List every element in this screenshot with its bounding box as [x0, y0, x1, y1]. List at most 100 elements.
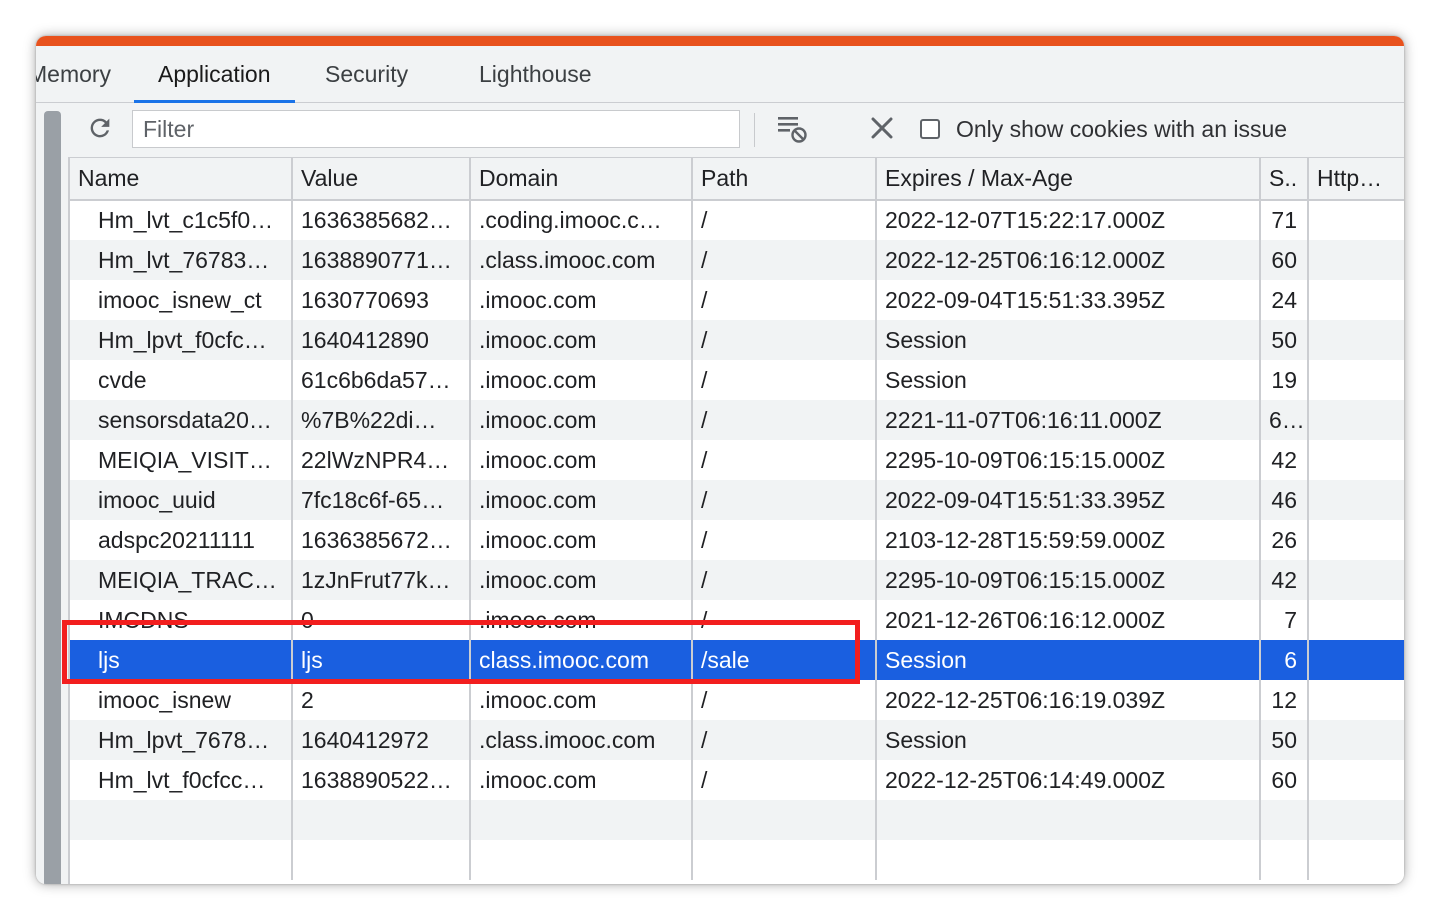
cell-expires: Session — [876, 720, 1261, 760]
cell-name: imooc_isnew — [70, 680, 293, 720]
cell-expires: 2295-10-09T06:15:15.000Z — [876, 440, 1261, 480]
cell-expires: Session — [876, 320, 1261, 360]
cell-domain: .imooc.com — [470, 280, 693, 320]
cell-domain: .imooc.com — [470, 600, 693, 640]
cell-path: / — [692, 240, 877, 280]
cell-size: 19 — [1260, 360, 1309, 400]
table-row[interactable]: MEIQIA_TRAC… 1zJnFrut77k… .imooc.com/2295-… — [70, 560, 1404, 600]
cell-size: 42 — [1260, 560, 1309, 600]
scrollbar-thumb[interactable] — [44, 111, 61, 884]
clear-filtered-cookies-button[interactable] — [774, 112, 810, 148]
cell-domain: .imooc.com — [470, 360, 693, 400]
cell-domain: .imooc.com — [470, 760, 693, 800]
tab-label: Application — [158, 61, 271, 87]
tab-security[interactable]: Security — [325, 46, 408, 102]
cell-name: Hm_lvt_c1c5f0… — [70, 200, 293, 240]
only-issues-checkbox[interactable] — [920, 119, 940, 139]
table-row[interactable]: MEIQIA_VISIT… 22lWzNPR4… .imooc.com/2295-1… — [70, 440, 1404, 480]
cell-size: 26 — [1260, 520, 1309, 560]
cell-name: sensorsdata20… — [70, 400, 293, 440]
table-row[interactable]: Hm_lpvt_7678… 1640412972 .class.imooc.com /… — [70, 720, 1404, 760]
cell-size: 46 — [1260, 480, 1309, 520]
cell-httponly — [1308, 760, 1404, 800]
cell-value: 1638890771… — [292, 240, 471, 280]
table-row[interactable]: imooc_isnew 2 .imooc.com/2022-12-25T06:16:… — [70, 680, 1404, 720]
cell-httponly — [1308, 200, 1404, 240]
cell-value: 1638890522… — [292, 760, 471, 800]
cell-httponly — [1308, 640, 1404, 680]
tab-label: Memory — [36, 61, 112, 87]
cell-name: adspc20211111 — [70, 520, 293, 560]
table-row[interactable]: IMCDNS 0 .imooc.com/2021-12-26T06:16:12.00… — [70, 600, 1404, 640]
cell-value: 1636385682… — [292, 200, 471, 240]
cell-httponly — [1308, 440, 1404, 480]
cell-path: / — [692, 480, 877, 520]
cell-expires: 2022-09-04T15:51:33.395Z — [876, 480, 1261, 520]
cell-domain: .imooc.com — [470, 320, 693, 360]
table-row[interactable]: Hm_lvt_76783… 1638890771… .class.imooc.com… — [70, 240, 1404, 280]
table-row[interactable]: imooc_isnew_ct 1630770693 .imooc.com/2022-… — [70, 280, 1404, 320]
cell-domain: .imooc.com — [470, 480, 693, 520]
cell-name: Hm_lpvt_f0cfc… — [70, 320, 293, 360]
cell-path: / — [692, 680, 877, 720]
toolbar-divider — [754, 113, 755, 147]
cell-value: 0 — [292, 600, 471, 640]
delete-all-cookies-button[interactable] — [866, 114, 898, 146]
column-header-domain[interactable]: Domain — [470, 158, 693, 201]
cell-value: 1640412890 — [292, 320, 471, 360]
cell-expires: 2221-11-07T06:16:11.000Z — [876, 400, 1261, 440]
filter-input[interactable] — [132, 110, 740, 148]
column-header-name[interactable]: Name — [70, 158, 293, 201]
table-row[interactable]: sensorsdata20… %7B%22di… .imooc.com/2221-1… — [70, 400, 1404, 440]
cell-name: ljs — [70, 640, 293, 680]
table-row[interactable]: Hm_lvt_f0cfcc… 1638890522… .imooc.com/2022… — [70, 760, 1404, 800]
cell-path: / — [692, 440, 877, 480]
cookies-table: Name Value Domain Path Expires / Max-Age… — [70, 158, 1404, 880]
cell-httponly — [1308, 720, 1404, 760]
cell-httponly — [1308, 280, 1404, 320]
column-header-size[interactable]: S.. — [1260, 158, 1309, 201]
cell-domain: .imooc.com — [470, 520, 693, 560]
window-accent-bar — [36, 36, 1404, 46]
cell-size: 24 — [1260, 280, 1309, 320]
cell-domain: .imooc.com — [470, 400, 693, 440]
cell-httponly — [1308, 560, 1404, 600]
tab-lighthouse[interactable]: Lighthouse — [479, 46, 592, 102]
column-header-value[interactable]: Value — [292, 158, 471, 201]
tab-application[interactable]: Application — [134, 46, 295, 103]
cell-name — [70, 800, 293, 840]
cell-value: 2 — [292, 680, 471, 720]
column-header-expires[interactable]: Expires / Max-Age — [876, 158, 1261, 201]
table-row-selected[interactable]: ljs ljs class.imooc.com/sale Session 6 — [70, 640, 1404, 680]
cell-expires: 2022-12-25T06:16:19.039Z — [876, 680, 1261, 720]
cell-path — [692, 800, 877, 840]
cell-expires — [876, 840, 1261, 880]
cell-path: / — [692, 320, 877, 360]
tab-memory[interactable]: Memory — [36, 46, 111, 102]
table-row[interactable]: Hm_lvt_c1c5f0… 1636385682… .coding.imooc.c… — [70, 200, 1404, 240]
refresh-icon — [86, 114, 114, 147]
cell-domain — [470, 800, 693, 840]
cell-value: 1zJnFrut77k… — [292, 560, 471, 600]
cell-value: 1630770693 — [292, 280, 471, 320]
table-row[interactable]: adspc20211111 1636385672… .imooc.com/2103-… — [70, 520, 1404, 560]
clear-filtered-icon — [775, 111, 809, 150]
column-header-path[interactable]: Path — [692, 158, 877, 201]
refresh-button[interactable] — [84, 114, 116, 146]
table-row[interactable]: cvde 61c6b6da57… .imooc.com / Session 19 — [70, 360, 1404, 400]
cell-size: 60 — [1260, 760, 1309, 800]
table-row[interactable]: Hm_lpvt_f0cfc… 1640412890 .imooc.com / Sessi… — [70, 320, 1404, 360]
cell-httponly — [1308, 360, 1404, 400]
cell-name — [70, 840, 293, 880]
table-row[interactable]: imooc_uuid 7fc18c6f-65… .imooc.com/2022-09… — [70, 480, 1404, 520]
cell-name: Hm_lvt_76783… — [70, 240, 293, 280]
cell-domain: .class.imooc.com — [470, 720, 693, 760]
cell-size: 6… — [1260, 400, 1309, 440]
cell-value: 22lWzNPR4… — [292, 440, 471, 480]
column-header-httponly[interactable]: Http… — [1308, 158, 1404, 201]
cell-size: 7 — [1260, 600, 1309, 640]
cell-name: cvde — [70, 360, 293, 400]
cell-httponly — [1308, 840, 1404, 880]
tab-label: Lighthouse — [479, 61, 592, 87]
cell-size: 50 — [1260, 320, 1309, 360]
